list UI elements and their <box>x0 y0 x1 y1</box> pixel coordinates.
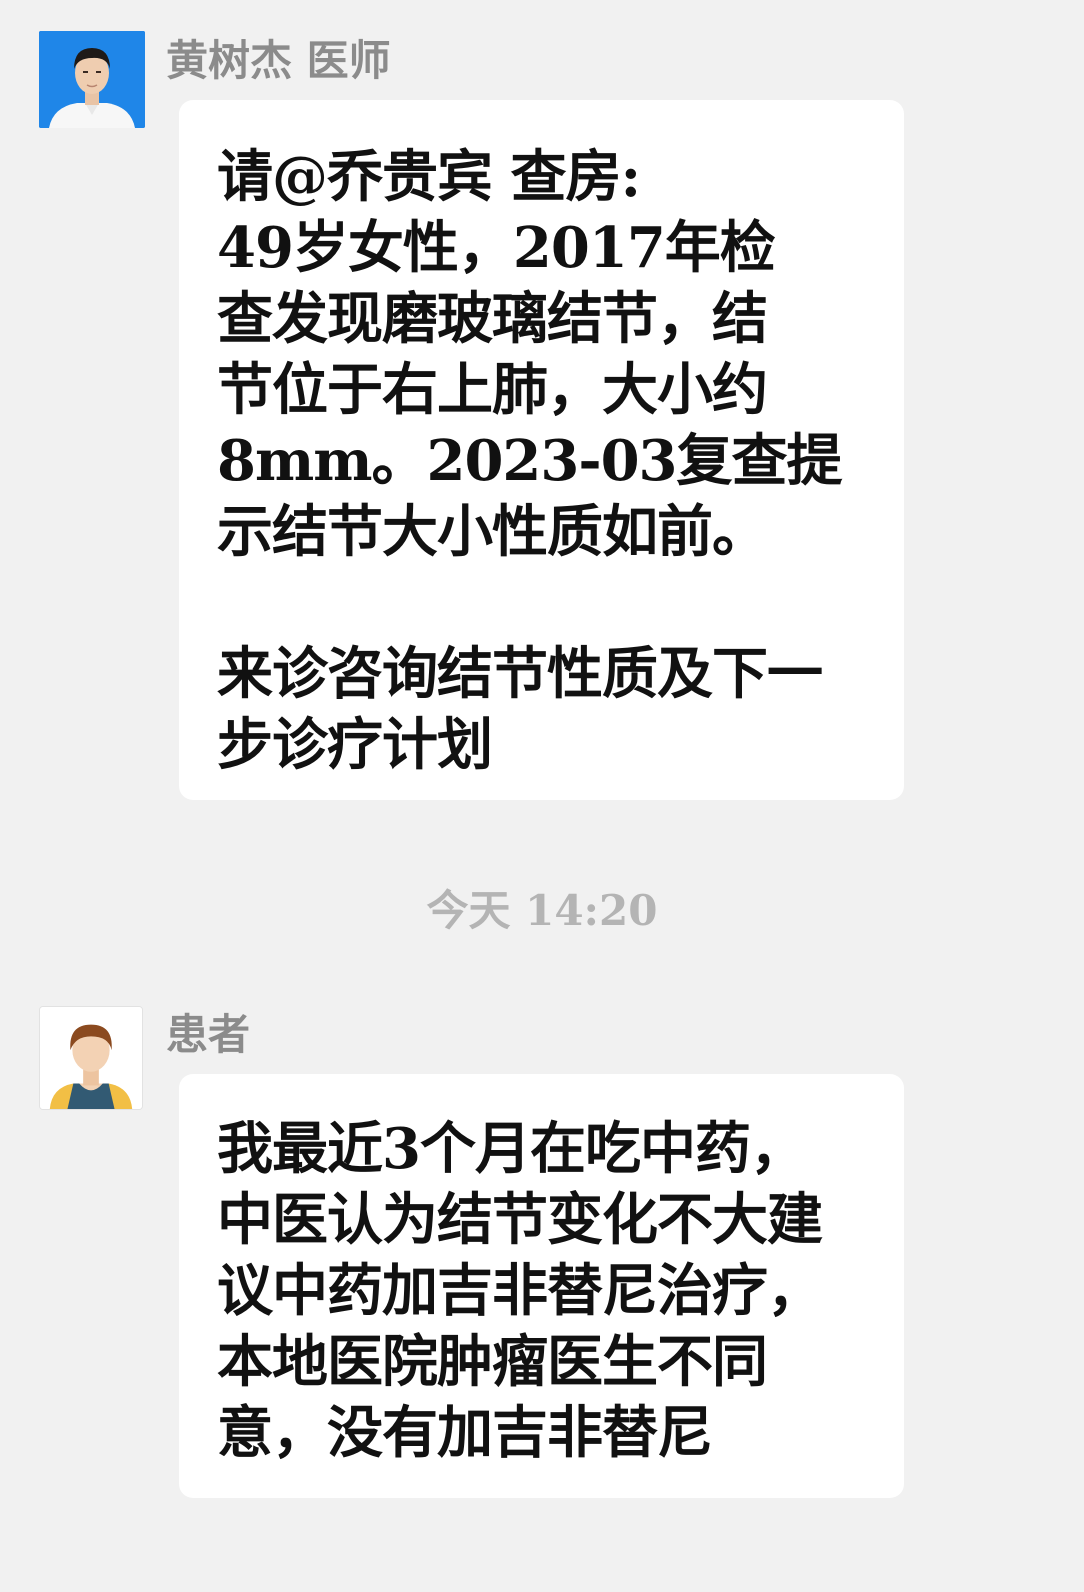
sender-name-doctor: 黄树杰 医师 <box>166 36 391 85</box>
message-line: 8mm。2023-03复查提 <box>217 428 843 494</box>
message-line: 议中药加吉非替尼治疗， <box>217 1258 823 1324</box>
message-bubble-doctor[interactable]: 请@乔贵宾 查房: 49岁女性，2017年检 查发现磨玻璃结节，结 节位于右上肺… <box>179 100 904 800</box>
message-line: 49岁女性，2017年检 <box>217 215 776 281</box>
timestamp: 今天 14:20 <box>426 886 658 935</box>
message-line: 来诊咨询结节性质及下一 <box>217 641 823 707</box>
message-line: 查发现磨玻璃结节，结 <box>217 286 768 352</box>
message-bubble-patient[interactable]: 我最近3个月在吃中药， 中医认为结节变化不大建 议中药加吉非替尼治疗， 本地医院… <box>179 1074 904 1498</box>
message-line: 中医认为结节变化不大建 <box>217 1187 823 1253</box>
message-line: 步诊疗计划 <box>217 712 493 778</box>
message-line: 本地医院肿瘤医生不同 <box>217 1329 768 1395</box>
sender-name-patient: 患者 <box>166 1010 251 1059</box>
message-line: 请@乔贵宾 查房: <box>217 144 641 210</box>
message-line: 示结节大小性质如前。 <box>217 499 768 565</box>
patient-avatar[interactable] <box>39 1006 143 1110</box>
message-line: 意，没有加吉非替尼 <box>217 1400 713 1466</box>
message-line: 节位于右上肺，大小约 <box>217 357 768 423</box>
doctor-avatar[interactable] <box>39 31 145 128</box>
chat-view: 黄树杰 医师 请@乔贵宾 查房: 49岁女性，2017年检 查发现磨玻璃结节，结… <box>0 0 1084 1592</box>
message-line: 我最近3个月在吃中药， <box>217 1116 806 1182</box>
